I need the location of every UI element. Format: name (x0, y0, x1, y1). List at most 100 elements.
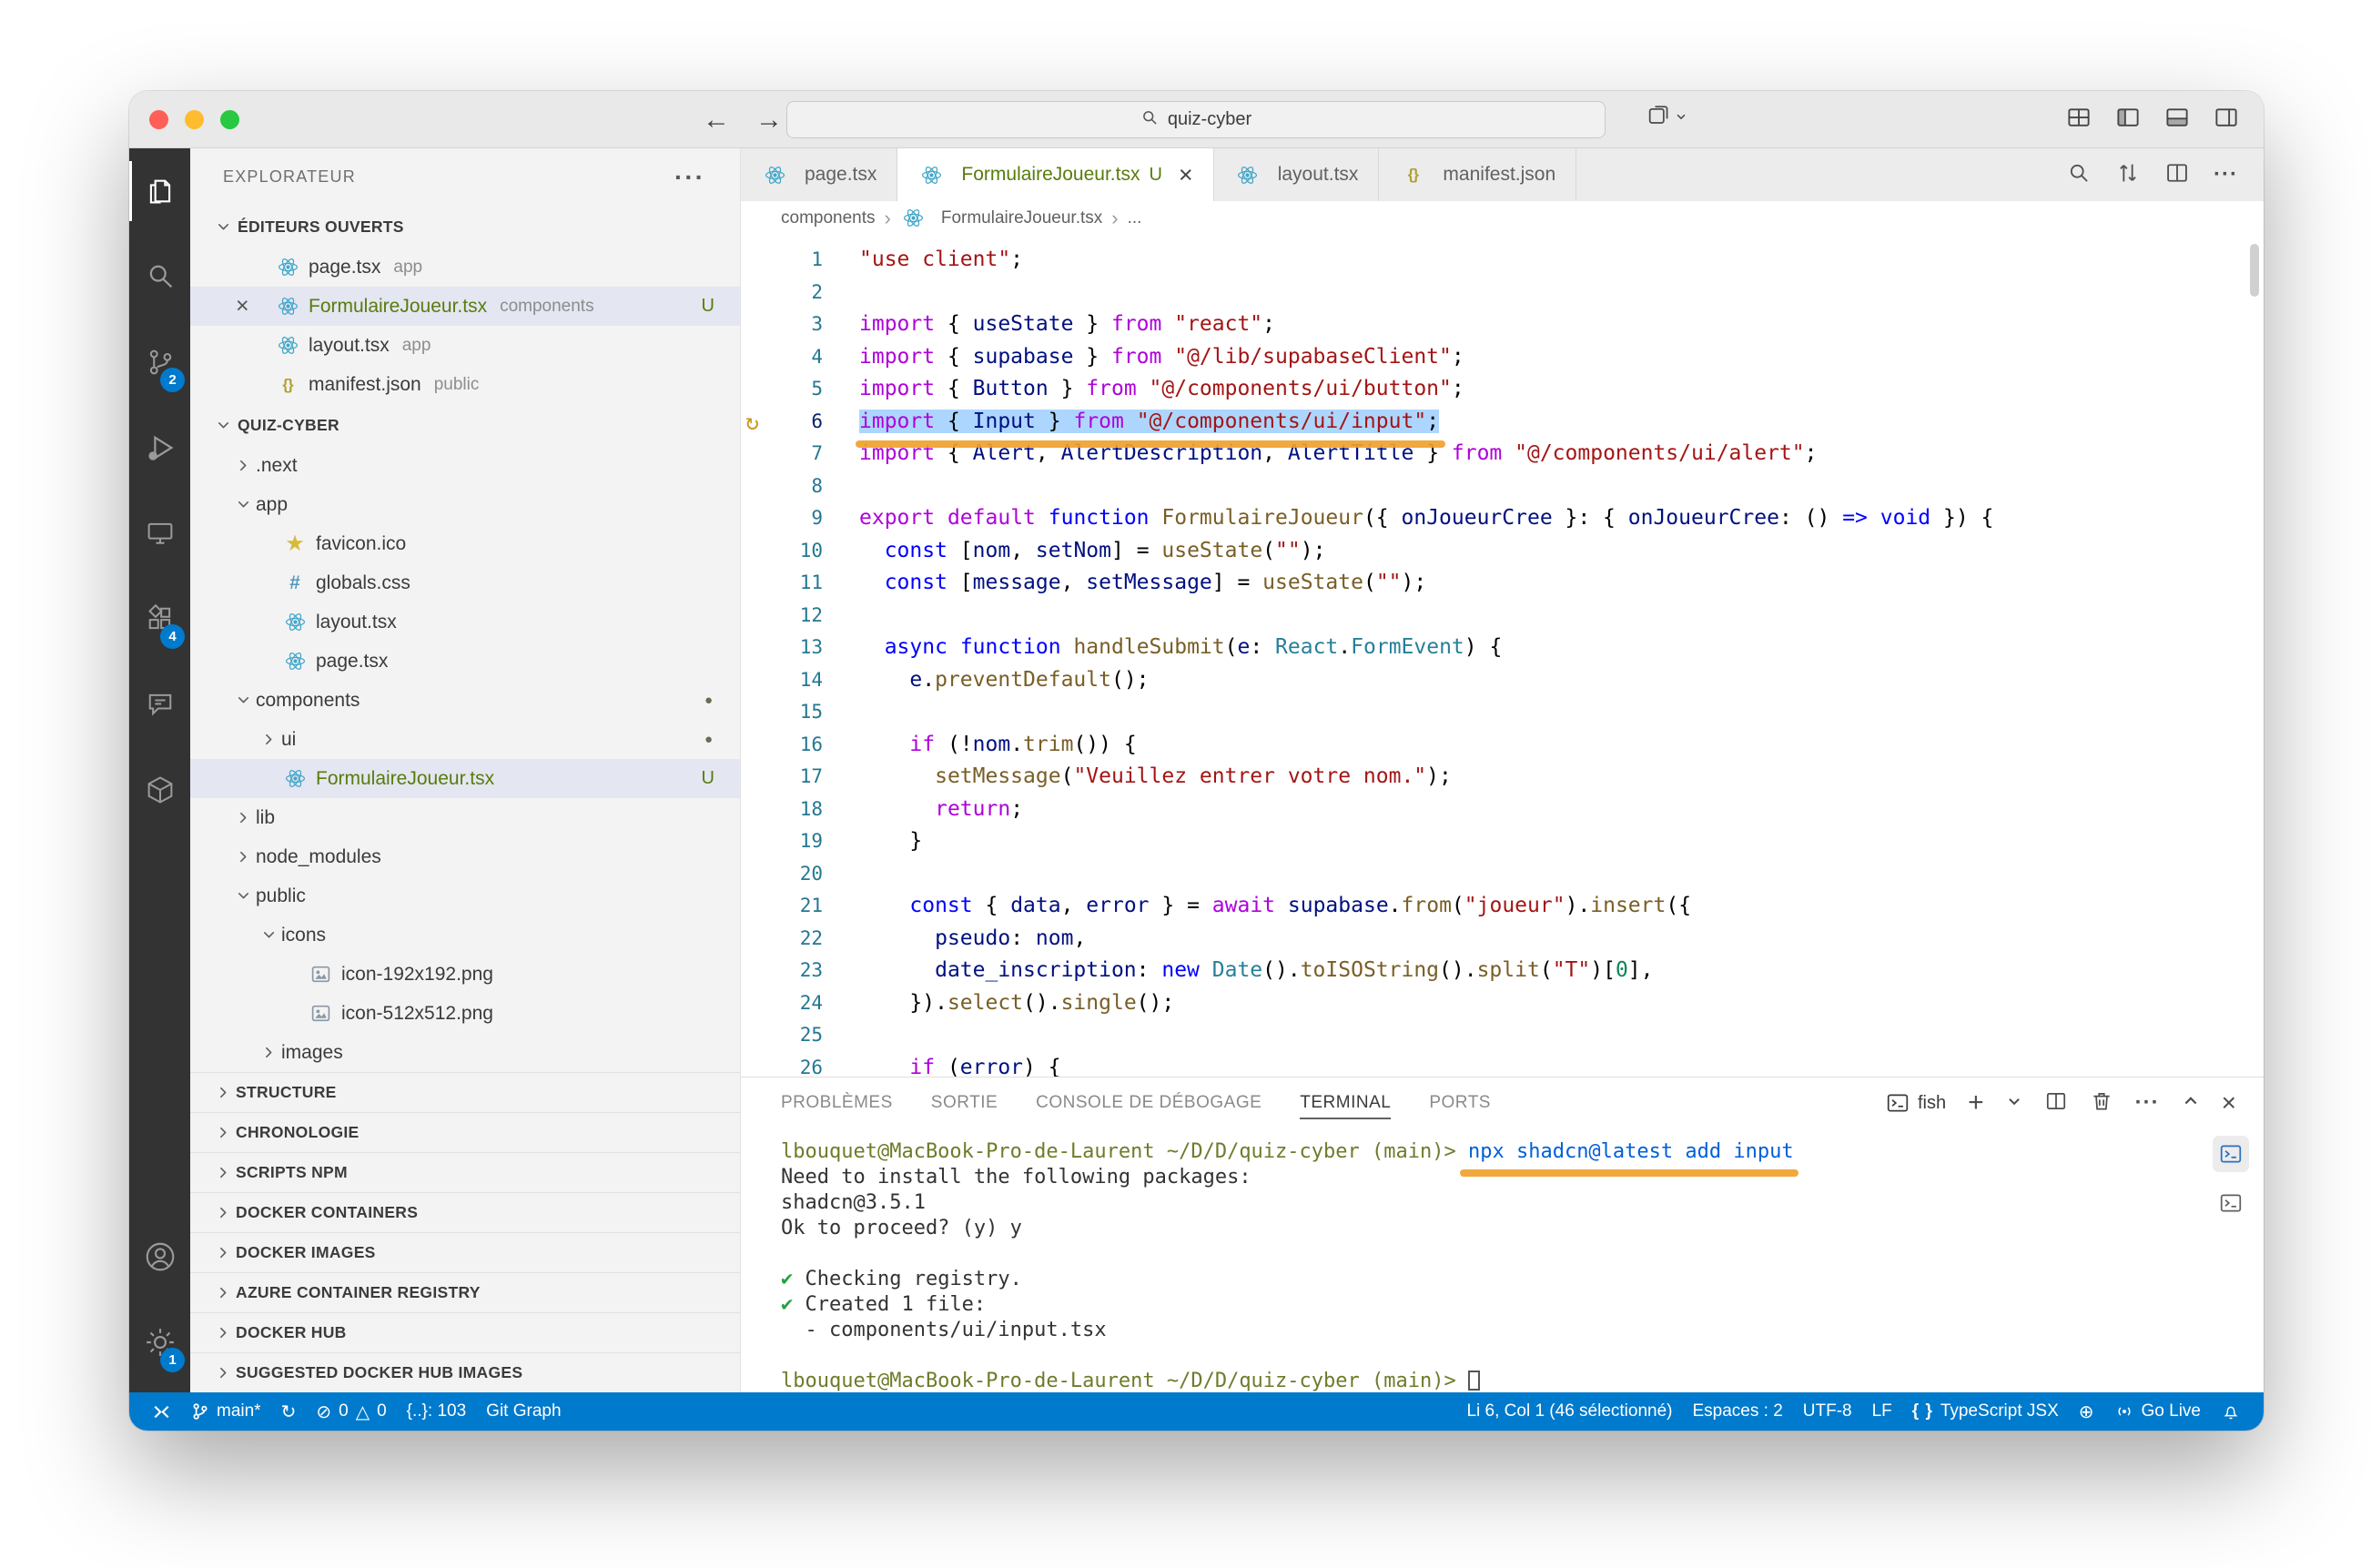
panel-tab-probl-mes[interactable]: PROBLÈMES (781, 1077, 893, 1128)
split-terminal-icon[interactable] (2044, 1089, 2068, 1118)
globe-icon[interactable]: ⊕ (2069, 1401, 2104, 1423)
indentation-setting[interactable]: Espaces : 2 (1682, 1401, 1792, 1421)
open-editor-item[interactable]: layout.tsxapp (190, 326, 740, 365)
panel-tab-terminal[interactable]: TERMINAL (1300, 1077, 1391, 1128)
cursor-position[interactable]: Li 6, Col 1 (46 sélectionné) (1456, 1401, 1682, 1421)
new-terminal-icon[interactable]: + (1968, 1089, 1984, 1117)
panel-tab-sortie[interactable]: SORTIE (931, 1077, 998, 1128)
terminal-instance-icon[interactable] (2213, 1185, 2249, 1221)
code-editor[interactable]: 1"use client";23import { useState } from… (741, 235, 2264, 1077)
more-actions-icon[interactable]: ··· (2214, 162, 2238, 187)
chevron-down-icon[interactable] (2006, 1093, 2022, 1114)
forward-arrow-icon[interactable]: → (755, 105, 783, 136)
panel-tab-console-de-d-bogage[interactable]: CONSOLE DE DÉBOGAGE (1036, 1077, 1261, 1128)
more-actions-icon[interactable]: ··· (2135, 1090, 2160, 1116)
accounts-icon[interactable] (129, 1214, 190, 1300)
tree-file-page.tsx[interactable]: page.tsx (190, 642, 740, 681)
maximize-panel-icon[interactable] (2182, 1092, 2200, 1115)
tree-folder-public[interactable]: public (190, 876, 740, 916)
close-tab-icon[interactable]: × (1179, 161, 1193, 189)
extensions-icon[interactable]: 4 (129, 576, 190, 662)
close-editor-icon[interactable]: × (236, 293, 274, 319)
run-debug-icon[interactable] (129, 405, 190, 491)
project-root-header[interactable]: QUIZ-CYBER (190, 404, 740, 446)
tree-folder-icons[interactable]: icons (190, 916, 740, 955)
section-suggested-docker-hub-images[interactable]: SUGGESTED DOCKER HUB IMAGES (190, 1352, 740, 1392)
find-icon[interactable] (2066, 160, 2092, 190)
docker-icon[interactable] (129, 747, 190, 833)
split-editor-icon[interactable] (2164, 160, 2190, 190)
search-icon[interactable] (129, 234, 190, 319)
minimize-window-button[interactable] (185, 110, 204, 129)
layout-control-icon[interactable] (1646, 104, 1687, 129)
section-chronologie[interactable]: CHRONOLOGIE (190, 1112, 740, 1152)
tree-file-globals.css[interactable]: #globals.css (190, 563, 740, 602)
terminal-instance-icon[interactable] (2213, 1136, 2249, 1172)
more-actions-icon[interactable]: ··· (674, 163, 705, 192)
breadcrumb-item[interactable]: FormulaireJoueur.tsx (900, 207, 1102, 229)
code-action-icon[interactable]: ↻ (745, 406, 759, 439)
go-live-button[interactable]: Go Live (2104, 1401, 2211, 1421)
source-control-icon[interactable]: 2 (129, 319, 190, 405)
breadcrumb-item[interactable]: ... (1128, 208, 1142, 228)
tree-folder-app[interactable]: app (190, 485, 740, 524)
tree-file-favicon.ico[interactable]: ★favicon.ico (190, 524, 740, 563)
tab-manifest.json[interactable]: {}manifest.json (1379, 148, 1576, 201)
tab-FormulaireJoueur.tsx[interactable]: FormulaireJoueur.tsxU× (897, 148, 1213, 201)
explorer-icon[interactable] (129, 148, 190, 234)
open-editors-header[interactable]: ÉDITEURS OUVERTS (190, 207, 740, 248)
problems-status[interactable]: ⊘0 △0 (306, 1392, 396, 1431)
close-panel-icon[interactable]: × (2222, 1088, 2236, 1118)
tree-folder-node_modules[interactable]: node_modules (190, 837, 740, 876)
open-editor-item[interactable]: page.tsxapp (190, 248, 740, 287)
tree-folder-images[interactable]: images (190, 1033, 740, 1072)
section-azure-container-registry[interactable]: AZURE CONTAINER REGISTRY (190, 1272, 740, 1312)
sync-icon[interactable]: ↻ (271, 1392, 307, 1431)
chat-icon[interactable] (129, 662, 190, 747)
zoom-window-button[interactable] (220, 110, 239, 129)
tree-file-FormulaireJoueur.tsx[interactable]: FormulaireJoueur.tsxU (190, 759, 740, 798)
customize-layout-icon[interactable] (2065, 104, 2092, 136)
shell-selector[interactable]: fish (1886, 1091, 1946, 1115)
tab-page.tsx[interactable]: page.tsx (741, 148, 897, 201)
toggle-panel-icon[interactable] (2163, 104, 2191, 136)
section-docker-images[interactable]: DOCKER IMAGES (190, 1232, 740, 1272)
tab-layout.tsx[interactable]: layout.tsx (1214, 148, 1380, 201)
close-window-button[interactable] (149, 110, 168, 129)
panel-tab-ports[interactable]: PORTS (1429, 1077, 1491, 1128)
git-graph-button[interactable]: Git Graph (476, 1392, 571, 1431)
toggle-primary-sidebar-icon[interactable] (2114, 104, 2142, 136)
section-structure[interactable]: STRUCTURE (190, 1072, 740, 1112)
git-branch[interactable]: main* (181, 1392, 271, 1431)
settings-gear-icon[interactable]: 1 (129, 1300, 190, 1385)
eol-setting[interactable]: LF (1862, 1401, 1902, 1421)
editor-scrollbar[interactable] (2250, 244, 2259, 297)
breadcrumb-item[interactable]: components (781, 208, 876, 228)
terminal-output[interactable]: lbouquet@MacBook-Pro-de-Laurent ~/D/D/qu… (741, 1128, 2264, 1394)
bracket-count[interactable]: {..}: 103 (397, 1392, 477, 1431)
section-docker-containers[interactable]: DOCKER CONTAINERS (190, 1192, 740, 1232)
remote-indicator[interactable] (142, 1392, 181, 1431)
tree-folder-lib[interactable]: lib (190, 798, 740, 837)
language-mode[interactable]: { } TypeScript JSX (1902, 1401, 2069, 1421)
section-scripts-npm[interactable]: SCRIPTS NPM (190, 1152, 740, 1192)
tree-file-icon-512x512.png[interactable]: icon-512x512.png (190, 994, 740, 1033)
tree-folder-.next[interactable]: .next (190, 446, 740, 485)
git-compare-icon[interactable] (2115, 160, 2141, 190)
back-arrow-icon[interactable]: ← (703, 105, 730, 136)
tree-folder-ui[interactable]: ui● (190, 720, 740, 759)
tree-folder-components[interactable]: components● (190, 681, 740, 720)
tree-file-icon-192x192.png[interactable]: icon-192x192.png (190, 955, 740, 994)
breadcrumb: components›FormulaireJoueur.tsx›... (741, 201, 2264, 235)
tree-file-layout.tsx[interactable]: layout.tsx (190, 602, 740, 642)
terminal-line: lbouquet@MacBook-Pro-de-Laurent ~/D/D/qu… (781, 1139, 2264, 1165)
bell-icon[interactable] (2211, 1401, 2251, 1421)
kill-terminal-icon[interactable] (2090, 1089, 2113, 1118)
remote-explorer-icon[interactable] (129, 491, 190, 576)
open-editor-item[interactable]: ×FormulaireJoueur.tsxcomponentsU (190, 287, 740, 326)
toggle-secondary-sidebar-icon[interactable] (2213, 104, 2240, 136)
command-center-search[interactable]: quiz-cyber (786, 101, 1606, 138)
open-editor-item[interactable]: {}manifest.jsonpublic (190, 365, 740, 404)
section-docker-hub[interactable]: DOCKER HUB (190, 1312, 740, 1352)
encoding-setting[interactable]: UTF-8 (1793, 1401, 1862, 1421)
